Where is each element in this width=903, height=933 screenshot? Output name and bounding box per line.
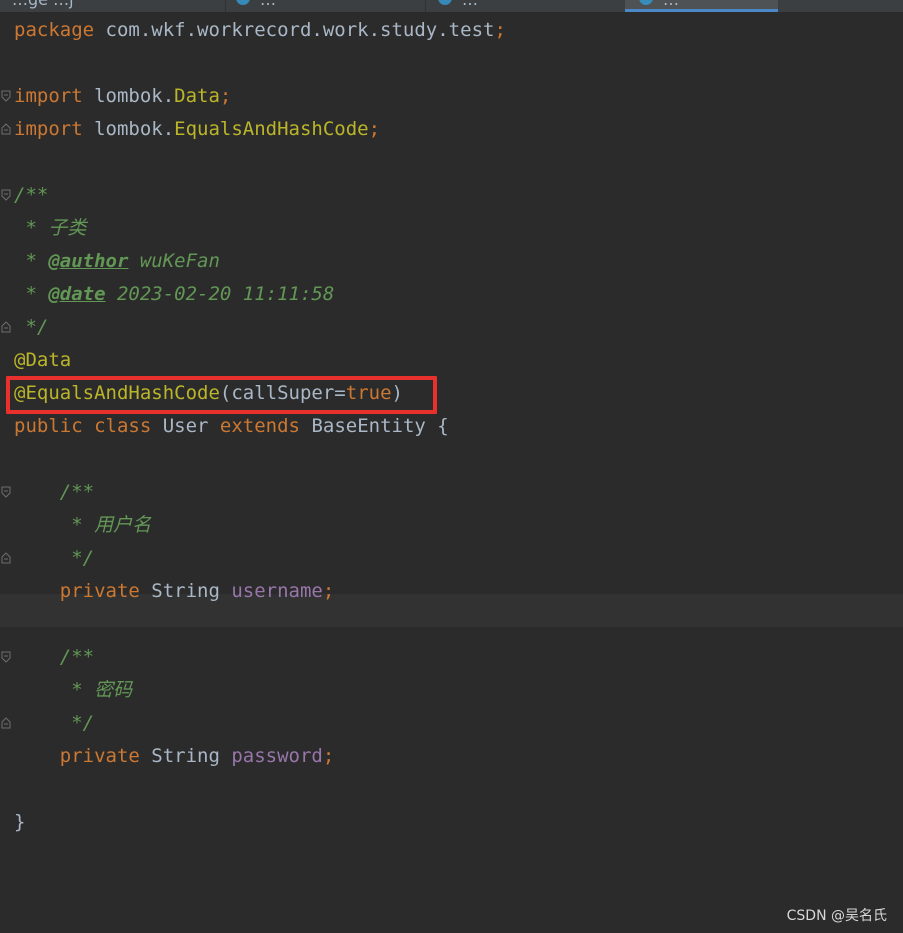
- semicolon: ;: [494, 19, 506, 41]
- fold-icon[interactable]: [1, 486, 11, 498]
- fold-icon[interactable]: [1, 189, 11, 201]
- code-line-package: package com.wkf.workrecord.work.study.te…: [14, 14, 506, 47]
- date-value: 2023-02-20 11:11:58: [105, 283, 335, 305]
- keyword: public: [14, 415, 83, 437]
- code-line-field-password: private String password;: [14, 740, 335, 773]
- fold-icon[interactable]: [1, 90, 11, 102]
- base-class: BaseEntity {: [300, 415, 449, 437]
- field-name: username: [231, 580, 323, 602]
- fold-end-icon[interactable]: [1, 123, 11, 135]
- code-line-field-doc-open: /**: [14, 481, 95, 503]
- editor-tab-bar: …ge …j … … …: [0, 0, 903, 12]
- code-line-field-doc-open: /**: [14, 646, 95, 668]
- editor-tab-2[interactable]: …: [226, 0, 425, 12]
- code-line-field-username: private String username;: [14, 575, 335, 608]
- editor-tab-3[interactable]: …: [426, 0, 625, 12]
- import-class: EqualsAndHashCode: [174, 118, 369, 140]
- fold-end-icon[interactable]: [1, 717, 11, 729]
- tab-label: …: [462, 0, 478, 9]
- class-icon: [639, 0, 653, 5]
- code-line-close-brace: }: [14, 811, 26, 833]
- code-line-import-equals: import lombok.EqualsAndHashCode;: [14, 113, 380, 146]
- keyword: package: [14, 19, 95, 41]
- type-name: String: [139, 745, 232, 767]
- field-name: password: [231, 745, 323, 767]
- fold-icon[interactable]: [1, 651, 11, 663]
- watermark: CSDN @吴名氏: [786, 908, 887, 924]
- semicolon: ;: [368, 118, 381, 140]
- semicolon: ;: [219, 85, 232, 107]
- class-icon: [236, 0, 250, 5]
- keyword: extends: [219, 415, 300, 437]
- keyword: private: [14, 745, 140, 767]
- code-line-javadoc-open: /**: [14, 184, 49, 206]
- code-line-javadoc-close: */: [14, 316, 49, 338]
- keyword: class: [82, 415, 152, 437]
- keyword: private: [14, 580, 140, 602]
- code-line-field-doc-close: */: [14, 547, 95, 569]
- code-line-import-data: import lombok.Data;: [14, 80, 231, 113]
- tab-label: …ge …j: [12, 0, 74, 9]
- tab-label: …: [260, 0, 276, 9]
- code-line-javadoc-date: * @date 2023-02-20 11:11:58: [14, 278, 334, 311]
- red-highlight-box: [6, 376, 437, 414]
- keyword: import: [14, 85, 83, 107]
- code-line-class-decl: public class User extends BaseEntity {: [14, 410, 449, 443]
- keyword: import: [14, 118, 83, 140]
- code-line-field-doc: * 密码: [14, 679, 133, 701]
- semicolon: ;: [322, 745, 335, 767]
- editor-tab-1[interactable]: …ge …j: [0, 0, 225, 12]
- code-line-javadoc-desc: * 子类: [14, 217, 87, 239]
- fold-end-icon[interactable]: [1, 552, 11, 564]
- author-value: wuKeFan: [128, 250, 220, 272]
- code-line-javadoc-author: * @author wuKeFan: [14, 245, 220, 278]
- import-class: Data: [174, 85, 220, 107]
- import-package: lombok.: [82, 85, 175, 107]
- date-tag: @date: [48, 283, 106, 305]
- doc-star: *: [14, 283, 49, 305]
- code-line-annotation-data: @Data: [14, 349, 72, 371]
- package-name: com.wkf.workrecord.work.study.test: [94, 19, 495, 41]
- code-editor[interactable]: [0, 12, 903, 933]
- fold-end-icon[interactable]: [1, 321, 11, 333]
- author-tag: @author: [48, 250, 129, 272]
- class-name: User: [151, 415, 220, 437]
- class-icon: [438, 0, 452, 5]
- import-package: lombok.: [82, 118, 175, 140]
- doc-star: *: [14, 250, 49, 272]
- tab-label: …: [663, 0, 679, 9]
- type-name: String: [139, 580, 232, 602]
- code-line-field-doc: * 用户名: [14, 514, 152, 536]
- code-line-field-doc-close: */: [14, 712, 95, 734]
- semicolon: ;: [322, 580, 335, 602]
